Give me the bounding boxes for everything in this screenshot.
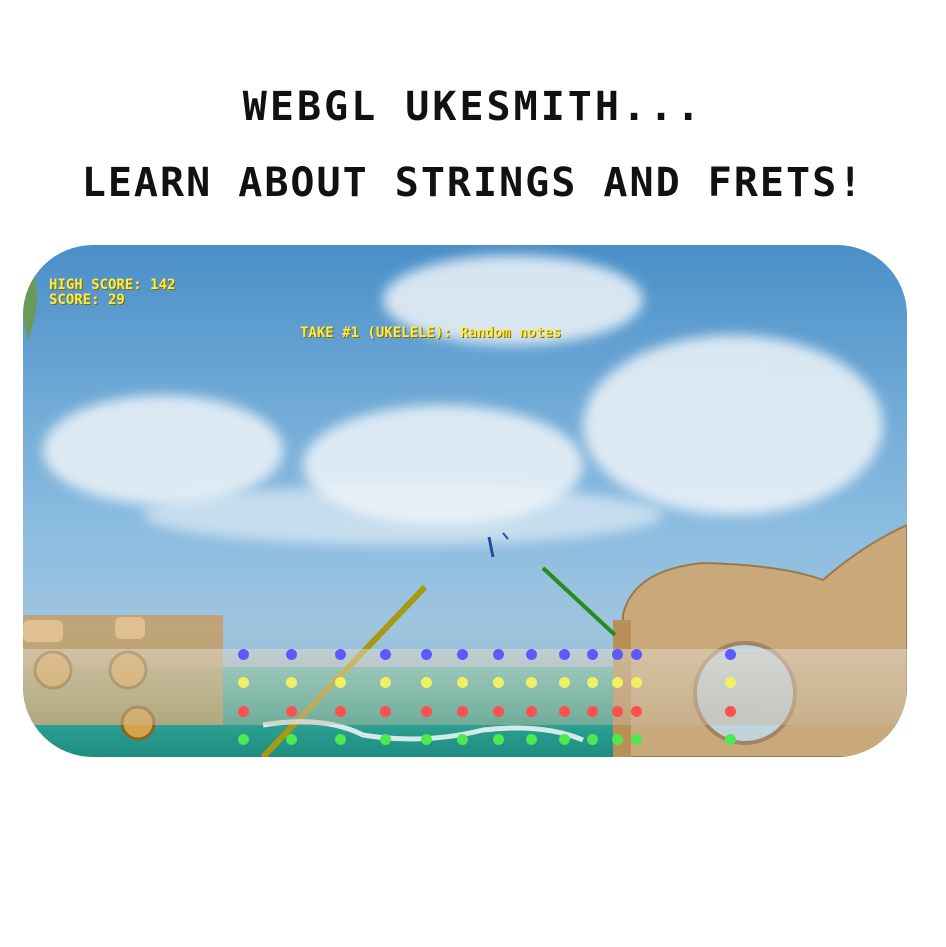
fret-dot-string-3[interactable] <box>380 706 391 717</box>
fret-dot-string-4[interactable] <box>238 734 249 745</box>
fret-dot-string-2[interactable] <box>457 677 468 688</box>
fret-dot-string-3[interactable] <box>631 706 642 717</box>
fret-dot-string-2[interactable] <box>238 677 249 688</box>
fret-dot-string-2[interactable] <box>526 677 537 688</box>
note-marker <box>502 532 509 540</box>
fret-dot-string-3[interactable] <box>493 706 504 717</box>
fret-dot-string-4[interactable] <box>286 734 297 745</box>
fret-dot-string-4[interactable] <box>526 734 537 745</box>
fret-dot-string-4[interactable] <box>335 734 346 745</box>
fret-dot-string-1[interactable] <box>559 649 570 660</box>
title-line-1: WEBGL UKESMITH... <box>242 84 704 130</box>
leaf-icon <box>23 255 37 340</box>
fret-dot-string-1[interactable] <box>526 649 537 660</box>
fret-dot-string-3[interactable] <box>559 706 570 717</box>
fret-dot-string-2[interactable] <box>421 677 432 688</box>
fret-dot-string-2[interactable] <box>335 677 346 688</box>
fret-dot-string-2[interactable] <box>286 677 297 688</box>
fret-dot-string-2[interactable] <box>493 677 504 688</box>
fret-dot-string-1[interactable] <box>612 649 623 660</box>
fret-dot-string-4[interactable] <box>380 734 391 745</box>
fret-dot-string-3[interactable] <box>286 706 297 717</box>
fret-dot-string-4[interactable] <box>631 734 642 745</box>
fret-dot-string-2[interactable] <box>559 677 570 688</box>
fret-dot-string-3[interactable] <box>457 706 468 717</box>
tuner-key <box>23 620 63 642</box>
fret-dot-string-1[interactable] <box>725 649 736 660</box>
fret-dot-string-1[interactable] <box>286 649 297 660</box>
fret-dot-string-1[interactable] <box>457 649 468 660</box>
fret-dot-string-2[interactable] <box>380 677 391 688</box>
fret-dot-string-1[interactable] <box>493 649 504 660</box>
fret-dot-string-4[interactable] <box>587 734 598 745</box>
high-score: HIGH SCORE: 142 <box>49 277 176 293</box>
fret-dot-string-3[interactable] <box>587 706 598 717</box>
score: SCORE: 29 <box>49 292 125 308</box>
title-line-2: LEARN ABOUT STRINGS AND FRETS! <box>81 160 865 206</box>
fret-dot-string-1[interactable] <box>587 649 598 660</box>
fret-dot-string-4[interactable] <box>725 734 736 745</box>
fret-dot-string-3[interactable] <box>725 706 736 717</box>
fret-dot-string-3[interactable] <box>421 706 432 717</box>
game-canvas[interactable]: HIGH SCORE: 142 SCORE: 29 TAKE #1 (UKELE… <box>23 245 907 757</box>
fret-dot-string-3[interactable] <box>526 706 537 717</box>
fret-dot-string-3[interactable] <box>238 706 249 717</box>
fret-dot-string-1[interactable] <box>421 649 432 660</box>
fret-dot-string-1[interactable] <box>631 649 642 660</box>
fret-dot-string-2[interactable] <box>612 677 623 688</box>
fret-dot-string-4[interactable] <box>421 734 432 745</box>
fret-dot-string-4[interactable] <box>493 734 504 745</box>
tuner-key <box>115 617 145 639</box>
fret-dot-string-1[interactable] <box>380 649 391 660</box>
fret-dot-string-2[interactable] <box>587 677 598 688</box>
fret-dot-string-1[interactable] <box>335 649 346 660</box>
note-marker <box>487 536 495 558</box>
take-label: TAKE #1 (UKELELE): Random notes <box>300 325 562 341</box>
fret-dot-string-4[interactable] <box>612 734 623 745</box>
fret-dot-string-2[interactable] <box>631 677 642 688</box>
fret-dot-string-1[interactable] <box>238 649 249 660</box>
fret-dot-string-2[interactable] <box>725 677 736 688</box>
fret-dot-string-4[interactable] <box>457 734 468 745</box>
fret-dot-string-3[interactable] <box>612 706 623 717</box>
fret-dot-string-4[interactable] <box>559 734 570 745</box>
fret-dot-string-3[interactable] <box>335 706 346 717</box>
pointer-stick-green <box>541 566 617 637</box>
